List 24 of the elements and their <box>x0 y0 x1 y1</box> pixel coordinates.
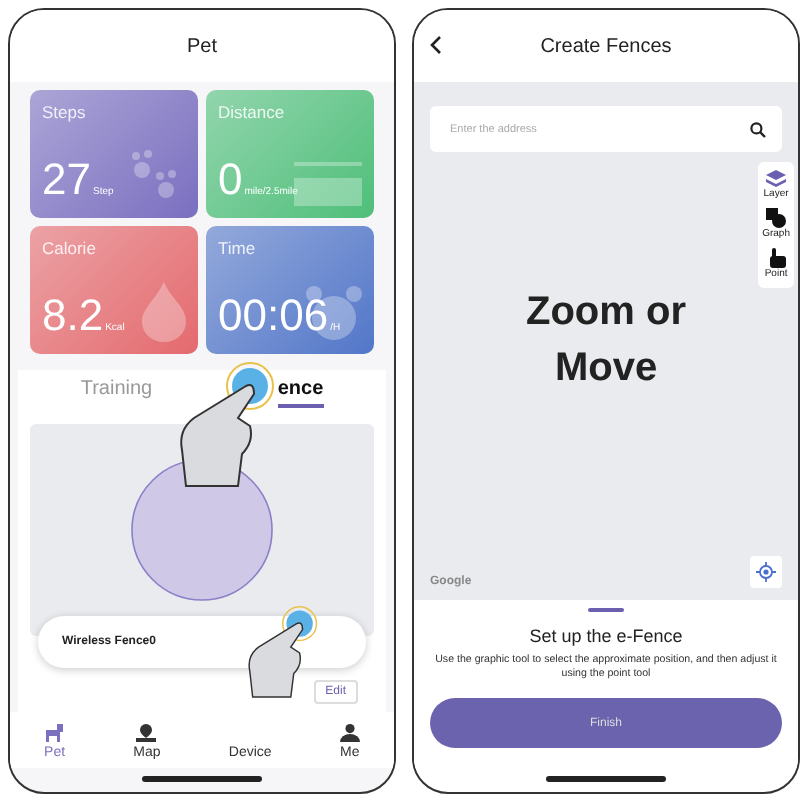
locate-button[interactable] <box>750 556 782 589</box>
stat-value: 8.2 <box>42 290 104 342</box>
screen-title: Create Fences <box>540 35 672 57</box>
stat-label: Time <box>218 238 258 258</box>
screen-title: Pet <box>186 35 217 57</box>
hand-icon <box>767 248 786 268</box>
stat-label: Calorie <box>42 238 98 258</box>
fence-circle <box>130 458 274 602</box>
tab[interactable]: ence <box>277 378 324 408</box>
back-icon[interactable] <box>430 36 442 54</box>
person-icon <box>339 724 360 742</box>
sheet-title: Set up the e-Fence <box>529 626 683 647</box>
stat-value: 00:06 <box>218 290 329 342</box>
locate-icon <box>756 562 776 583</box>
layers-icon <box>766 170 787 188</box>
stat-label: Distance <box>218 102 287 122</box>
shape-icon <box>766 208 787 228</box>
map-pin-icon <box>136 724 157 742</box>
stat-value: 27 <box>42 154 91 206</box>
stat-value: 0 <box>218 154 243 206</box>
stat-label: Steps <box>42 102 88 122</box>
zoom-hint: Zoom or Move <box>524 288 688 394</box>
search-icon <box>750 121 766 137</box>
dog-icon <box>44 724 65 742</box>
